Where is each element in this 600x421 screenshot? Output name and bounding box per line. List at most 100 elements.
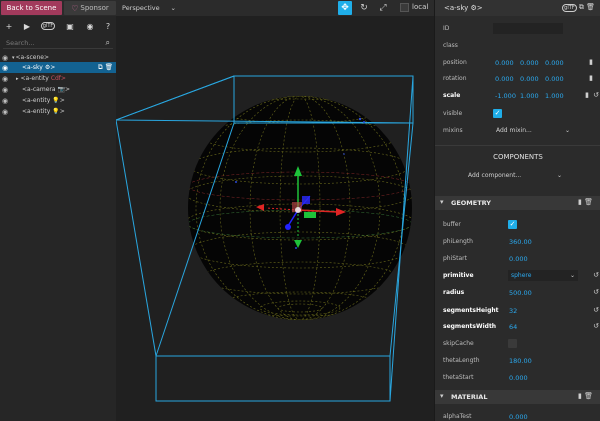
geometry-section-header[interactable]: ▾ GEOMETRY ▮ 🗑 <box>435 196 600 210</box>
3d-viewport[interactable] <box>116 16 434 421</box>
segmentswidth-row: segmentsWidth 64 ↺ <box>435 320 600 334</box>
eye-icon[interactable]: ◉ <box>2 86 12 94</box>
segmentsheight-row: segmentsHeight 32 ↺ <box>435 304 600 318</box>
phistart-input[interactable]: 0.000 <box>509 255 528 263</box>
reset-icon[interactable]: ↺ <box>593 271 599 279</box>
eye-icon[interactable]: ◉ <box>2 97 12 105</box>
radius-input[interactable]: 500.00 <box>509 289 532 297</box>
add-component-row: Add component... ⌄ <box>435 169 600 183</box>
position-z-input[interactable]: 0.000 <box>545 59 564 67</box>
thetalength-input[interactable]: 180.00 <box>509 357 532 365</box>
reset-icon[interactable]: ↺ <box>593 306 599 314</box>
phistart-label: phiStart <box>443 255 467 262</box>
clipboard-icon[interactable]: ▮ <box>589 74 593 82</box>
trash-icon[interactable]: 🗑 <box>586 3 595 11</box>
alphatest-input[interactable]: 0.000 <box>509 413 528 421</box>
help-icon: ? <box>105 21 111 31</box>
reset-icon[interactable]: ↺ <box>593 322 599 330</box>
segmentswidth-input[interactable]: 64 <box>509 323 517 331</box>
primitive-value: sphere <box>511 272 532 279</box>
id-row: ID <box>435 22 600 36</box>
gear-icon: ⚙> <box>470 4 483 12</box>
save-button[interactable]: ▣ <box>64 20 76 32</box>
play-button[interactable]: ▶ <box>21 20 33 32</box>
rotation-x-input[interactable]: 0.000 <box>495 75 514 83</box>
clipboard-icon[interactable]: ▮ <box>585 91 589 99</box>
eye-icon[interactable]: ◉ <box>2 108 12 116</box>
collapse-arrow-icon: ▾ <box>440 392 444 400</box>
add-component-select[interactable]: Add component... ⌄ <box>465 170 565 181</box>
scale-y-input[interactable]: 1.000 <box>520 92 539 100</box>
palette-button[interactable]: ◉ <box>84 20 96 32</box>
buffer-checkbox[interactable]: ✓ <box>508 220 517 229</box>
rotation-y-input[interactable]: 0.000 <box>520 75 539 83</box>
philength-input[interactable]: 360.00 <box>509 238 532 246</box>
gltf-icon[interactable]: glTF <box>562 4 577 12</box>
thetastart-input[interactable]: 0.000 <box>509 374 528 382</box>
tree-item-label: <a-scene> <box>15 54 50 61</box>
back-to-scene-button[interactable]: Back to Scene <box>1 1 62 15</box>
camera-icon: 📷> <box>57 86 71 93</box>
gltf-export-button[interactable]: glTF <box>40 20 56 32</box>
position-label: position <box>443 59 467 66</box>
eye-icon[interactable]: ◉ <box>2 54 12 62</box>
tree-item-sky[interactable]: ◉ <a-sky ⚙> ⧉ 🗑 <box>0 62 116 73</box>
radius-label: radius <box>443 289 465 296</box>
search-input[interactable]: Search... ⌕ <box>3 37 113 49</box>
segmentsheight-input[interactable]: 32 <box>509 307 517 315</box>
chevron-down-icon: ⌄ <box>556 172 562 179</box>
viewport-canvas[interactable] <box>116 16 434 421</box>
radius-row: radius 500.00 ↺ <box>435 286 600 300</box>
id-input[interactable] <box>493 23 563 34</box>
plus-icon: + <box>5 21 13 31</box>
scale-x-input[interactable]: -1.000 <box>495 92 516 100</box>
help-button[interactable]: ? <box>102 20 114 32</box>
tree-item-entity[interactable]: ◉ ▸ <a-entity Cdf> <box>0 73 116 84</box>
sponsor-label: Sponsor <box>80 4 109 12</box>
eye-icon[interactable]: ◉ <box>2 64 12 72</box>
rotate-icon: ↻ <box>360 3 368 13</box>
clipboard-icon[interactable]: ▮ <box>589 58 593 66</box>
translate-tool-button[interactable]: ✥ <box>338 1 352 15</box>
tree-item-actions[interactable]: ⧉ 🗑 <box>98 63 113 72</box>
material-section-header[interactable]: ▾ MATERIAL ▮ 🗑 <box>435 390 600 404</box>
eye-icon[interactable]: ◉ <box>2 75 12 83</box>
section-actions[interactable]: ▮ 🗑 <box>578 198 593 206</box>
position-x-input[interactable]: 0.000 <box>495 59 514 67</box>
philength-label: phiLength <box>443 238 473 245</box>
reset-icon[interactable]: ↺ <box>593 91 599 99</box>
camera-select[interactable]: Perspective ⌄ <box>122 2 176 14</box>
sponsor-button[interactable]: ♡ Sponsor <box>64 1 116 15</box>
copy-icon[interactable]: ⧉ <box>579 3 584 11</box>
local-checkbox[interactable] <box>400 3 409 12</box>
position-y-input[interactable]: 0.000 <box>520 59 539 67</box>
mixins-row: mixins Add mixin... ⌄ <box>435 124 600 138</box>
add-entity-button[interactable]: + <box>3 20 15 32</box>
rotate-tool-button[interactable]: ↻ <box>357 1 371 15</box>
tree-item-label: <a-sky <box>22 64 43 71</box>
primitive-select[interactable]: sphere ⌄ <box>508 270 578 281</box>
thetastart-row: thetaStart 0.000 <box>435 371 600 385</box>
section-actions[interactable]: ▮ 🗑 <box>578 392 593 400</box>
skipcache-checkbox[interactable] <box>508 339 517 348</box>
scale-tool-button[interactable]: ⤢ <box>376 1 390 15</box>
visible-checkbox[interactable]: ✓ <box>493 109 502 118</box>
scale-z-input[interactable]: 1.000 <box>545 92 564 100</box>
rotation-z-input[interactable]: 0.000 <box>545 75 564 83</box>
segmentswidth-label: segmentsWidth <box>443 323 497 330</box>
class-row: class <box>435 39 600 53</box>
reset-icon[interactable]: ↺ <box>593 288 599 296</box>
inspector-header: <a-sky ⚙> glTF ⧉ 🗑 <box>435 0 600 16</box>
expand-icon: ⤢ <box>379 3 387 13</box>
save-icon: ▣ <box>66 21 74 31</box>
local-label: local <box>412 3 429 11</box>
expand-arrow-icon[interactable]: ▸ <box>16 76 19 82</box>
tree-item-light[interactable]: ◉ <a-entity 💡> <box>0 106 116 117</box>
expand-arrow-icon[interactable]: ▾ <box>12 55 15 61</box>
gear-icon: ⚙> <box>44 64 56 71</box>
mixins-select[interactable]: Add mixin... ⌄ <box>493 125 573 136</box>
tree-item-light[interactable]: ◉ <a-entity 💡> <box>0 95 116 106</box>
components-title: COMPONENTS <box>493 153 543 161</box>
tree-item-camera[interactable]: ◉ <a-camera 📷> <box>0 84 116 95</box>
mixins-placeholder: Add mixin... <box>496 127 532 134</box>
